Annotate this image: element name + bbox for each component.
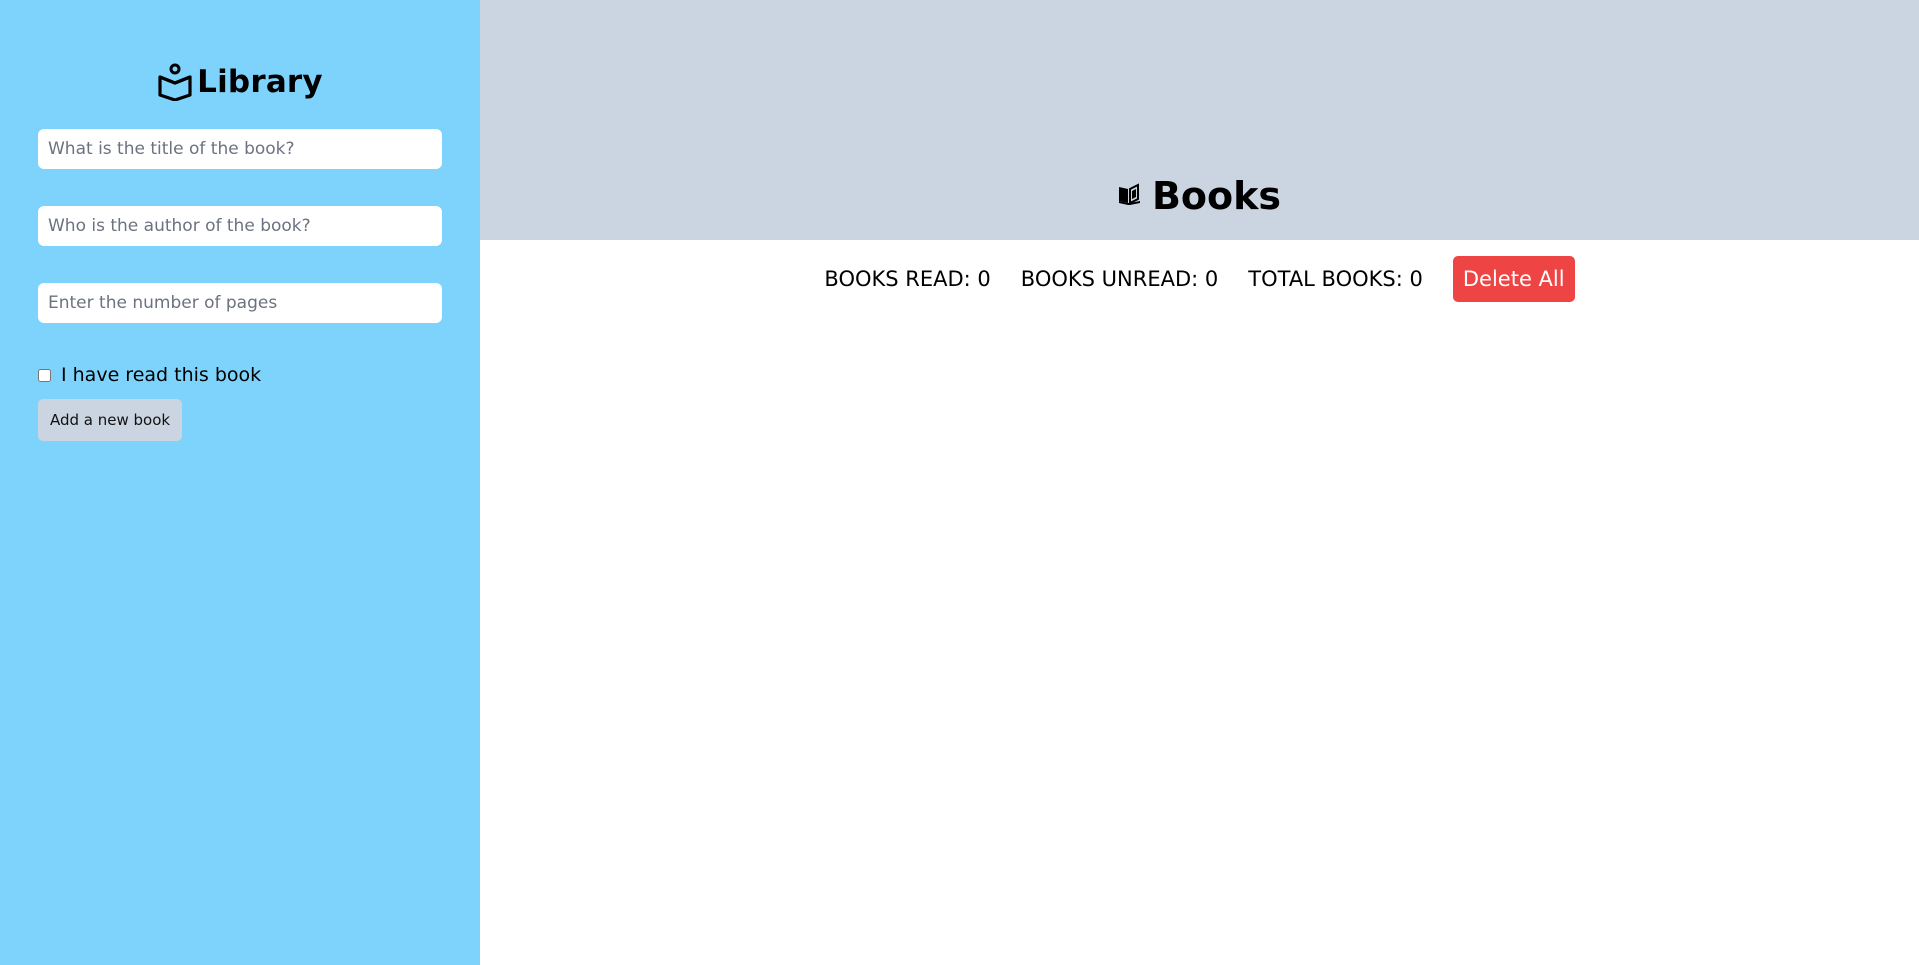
app-title: Library [197, 64, 323, 100]
total-books-count: TOTAL BOOKS: 0 [1248, 267, 1423, 291]
brand: Library [38, 52, 442, 112]
books-read-count: BOOKS READ: 0 [824, 267, 991, 291]
main-panel: Books BOOKS READ: 0 BOOKS UNREAD: 0 TOTA… [480, 0, 1919, 965]
title-input[interactable] [38, 129, 442, 169]
pages-input[interactable] [38, 283, 442, 323]
read-checkbox-label[interactable]: I have read this book [61, 364, 261, 386]
add-book-button[interactable]: Add a new book [38, 399, 183, 441]
add-book-form: I have read this book Add a new book [38, 129, 442, 441]
read-checkbox[interactable] [38, 368, 51, 382]
book-reader-icon [157, 63, 193, 101]
books-title: Books [1151, 174, 1282, 218]
header-inner: Books [1118, 174, 1281, 218]
books-list [480, 318, 1919, 965]
sidebar: Library I have read this book Add a new … [0, 0, 480, 965]
books-header: Books [480, 0, 1919, 240]
author-input[interactable] [38, 206, 442, 246]
read-checkbox-row: I have read this book [38, 364, 442, 386]
open-book-icon [1118, 183, 1142, 209]
delete-all-button[interactable]: Delete All [1452, 256, 1575, 302]
books-unread-count: BOOKS UNREAD: 0 [1020, 267, 1219, 291]
stats-bar: BOOKS READ: 0 BOOKS UNREAD: 0 TOTAL BOOK… [480, 240, 1919, 318]
app-root: Library I have read this book Add a new … [0, 0, 1919, 965]
